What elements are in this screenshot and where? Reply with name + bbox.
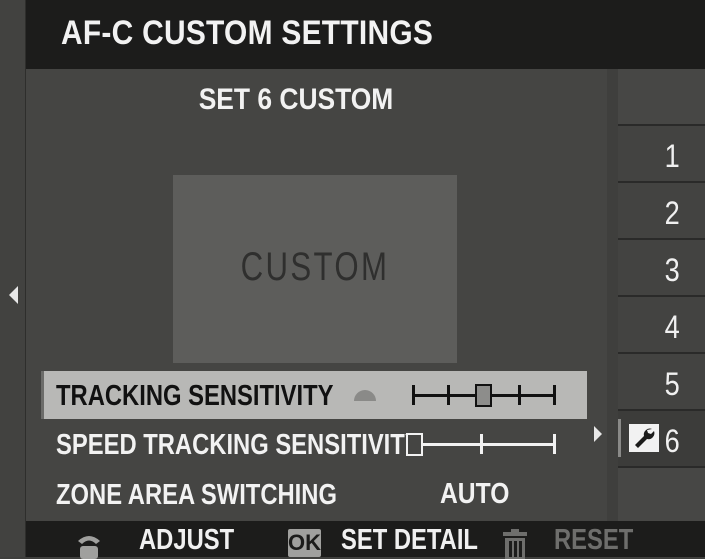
set-item-5[interactable]: 5 xyxy=(618,354,705,411)
tracking-sensitivity-slider[interactable] xyxy=(412,383,556,407)
set-detail-label: SET DETAIL xyxy=(341,524,478,556)
screen: AF-C CUSTOM SETTINGS SET 6 CUSTOM CUSTOM… xyxy=(0,0,705,559)
ok-icon: OK xyxy=(288,529,321,557)
setting-row-speed-tracking-sensitivity[interactable]: SPEED TRACKING SENSITIVITY xyxy=(44,420,587,468)
speed-tracking-slider[interactable] xyxy=(406,432,556,456)
setting-label: TRACKING SENSITIVITY xyxy=(56,380,334,412)
set-item-label: 3 xyxy=(664,252,680,288)
adjust-label: ADJUST xyxy=(139,524,235,556)
slider-tick xyxy=(553,385,556,405)
setting-label: ZONE AREA SWITCHING xyxy=(56,479,337,511)
set-item-1[interactable]: 1 xyxy=(618,126,705,183)
left-arrow-icon[interactable] xyxy=(9,286,18,304)
set-item-label: 6 xyxy=(664,423,680,459)
setting-value: AUTO xyxy=(440,478,510,510)
set-item-label: 2 xyxy=(664,195,680,231)
slider-knob[interactable] xyxy=(406,433,423,456)
setting-row-tracking-sensitivity[interactable]: TRACKING SENSITIVITY xyxy=(41,371,587,419)
trash-icon xyxy=(503,529,527,559)
set-item-2[interactable]: 2 xyxy=(618,183,705,240)
left-strip xyxy=(0,0,26,557)
page-title: AF-C CUSTOM SETTINGS xyxy=(61,14,434,52)
set-title: SET 6 CUSTOM xyxy=(198,83,394,116)
indicator-icon xyxy=(354,390,376,401)
set-item-6[interactable]: 6 xyxy=(618,411,705,468)
set-item-label: 5 xyxy=(664,366,680,402)
slider-tick xyxy=(480,434,483,454)
set-list: 1 2 3 4 5 6 xyxy=(618,69,705,521)
slider-tick xyxy=(447,385,450,405)
slider-knob[interactable] xyxy=(475,384,492,407)
set-item-4[interactable]: 4 xyxy=(618,297,705,354)
set-item-label: 4 xyxy=(664,309,680,345)
preview-label: CUSTOM xyxy=(240,245,390,289)
slider-tick xyxy=(518,385,521,405)
slider-tick xyxy=(553,434,556,454)
setting-label: SPEED TRACKING SENSITIVITY xyxy=(56,429,421,461)
preview-image: CUSTOM xyxy=(173,175,457,363)
set-item-label: 1 xyxy=(664,138,680,174)
right-arrow-icon[interactable] xyxy=(594,426,602,442)
setting-row-zone-area-switching[interactable]: ZONE AREA SWITCHING AUTO xyxy=(44,470,587,518)
main-panel: SET 6 CUSTOM CUSTOM TRACKING SENSITIVITY… xyxy=(26,69,607,521)
slider-tick xyxy=(412,385,415,405)
wrench-icon xyxy=(629,424,659,452)
header: AF-C CUSTOM SETTINGS xyxy=(26,0,705,69)
set-list-header xyxy=(618,69,705,126)
footer: ADJUST OK SET DETAIL RESET xyxy=(26,521,705,559)
dial-icon xyxy=(78,536,100,559)
set-item-3[interactable]: 3 xyxy=(618,240,705,297)
reset-label: RESET xyxy=(554,524,634,556)
